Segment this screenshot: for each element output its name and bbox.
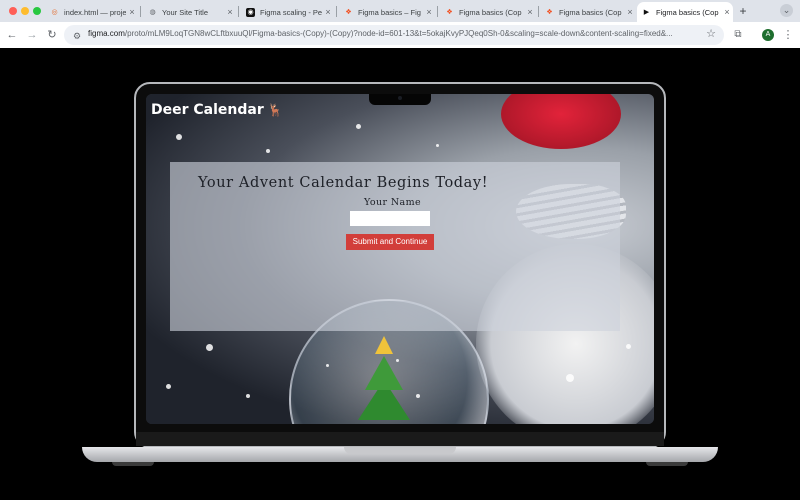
tab-divider xyxy=(538,6,539,17)
wheel-icon: ◎ xyxy=(51,9,58,16)
snowflake xyxy=(266,149,270,153)
snowflake xyxy=(416,394,420,398)
snowflake xyxy=(206,344,213,351)
profile-avatar[interactable]: A xyxy=(762,29,774,41)
snowflake xyxy=(396,359,399,362)
url-path: /proto/mLM9LoqTGN8wCLftbxuuQl/Figma-basi… xyxy=(124,29,673,38)
tab-3[interactable]: ◉ Figma scaling - Pe × xyxy=(242,2,334,22)
snowflake xyxy=(176,134,182,140)
tab-title: Figma basics (Cop xyxy=(559,7,622,17)
close-tab-icon[interactable]: × xyxy=(423,7,435,17)
close-tab-icon[interactable]: × xyxy=(126,7,138,17)
laptop-bezel xyxy=(136,432,664,446)
camera-icon xyxy=(398,96,402,100)
tab-4[interactable]: ❖ Figma basics – Fig × xyxy=(340,2,435,22)
tab-divider xyxy=(238,6,239,17)
tab-divider xyxy=(140,6,141,17)
tree-star-image xyxy=(375,336,393,354)
figma-icon: ❖ xyxy=(546,9,553,16)
url-text[interactable]: figma.com/proto/mLM9LoqTGN8wCLftbxuuQl/F… xyxy=(88,29,698,38)
tab-6[interactable]: ❖ Figma basics (Cop × xyxy=(541,2,636,22)
snowflake xyxy=(166,384,171,389)
site-logo[interactable]: Deer Calendar 🦌 xyxy=(151,102,283,118)
app-icon: ◉ xyxy=(246,7,255,17)
tab-title: Figma scaling - Pe xyxy=(260,7,322,17)
close-tab-icon[interactable]: × xyxy=(624,7,636,17)
laptop-foot xyxy=(646,462,688,466)
name-label: Your Name xyxy=(364,197,422,208)
trackpad-notch xyxy=(344,447,456,454)
tab-title: Your Site Title xyxy=(162,7,208,17)
snowflake xyxy=(356,124,361,129)
close-window-icon[interactable] xyxy=(9,7,17,15)
hero-heading: Your Advent Calendar Begins Today! xyxy=(198,175,489,191)
prototype-screen: Deer Calendar 🦌 Your Advent Calendar Begi… xyxy=(146,94,654,424)
tab-strip: ◎ index.html — proje × ◍ Your Site Title… xyxy=(0,0,800,22)
deer-icon: 🦌 xyxy=(267,103,283,117)
extensions-button[interactable]: ⧉ xyxy=(731,28,745,42)
snowflake xyxy=(626,344,631,349)
browser-menu-button[interactable]: ⋮ xyxy=(781,28,795,42)
browser-chrome: ◎ index.html — proje × ◍ Your Site Title… xyxy=(0,0,800,48)
globe-icon: ◍ xyxy=(149,9,156,16)
snowflake xyxy=(326,364,329,367)
tab-5[interactable]: ❖ Figma basics (Cop × xyxy=(441,2,536,22)
tab-divider xyxy=(336,6,337,17)
new-tab-button[interactable]: + xyxy=(736,4,750,18)
snowflake xyxy=(436,144,439,147)
close-tab-icon[interactable]: × xyxy=(322,7,334,17)
tab-title: index.html — proje xyxy=(64,7,126,17)
tab-search-button[interactable]: ⌄ xyxy=(780,4,793,17)
maximize-window-icon[interactable] xyxy=(33,7,41,15)
tab-title: Figma basics (Cop xyxy=(459,7,522,17)
site-settings-icon[interactable]: ⚙ xyxy=(70,29,84,43)
tab-1[interactable]: ◎ index.html — proje × xyxy=(46,2,138,22)
tab-2[interactable]: ◍ Your Site Title × xyxy=(144,2,236,22)
tab-title: Figma basics – Fig xyxy=(358,7,421,17)
tab-title: Figma basics (Cop xyxy=(656,7,719,17)
brand-name: Deer Calendar xyxy=(151,102,264,118)
close-tab-icon[interactable]: × xyxy=(721,7,733,17)
laptop-foot xyxy=(112,462,154,466)
bookmark-star-button[interactable]: ☆ xyxy=(704,27,718,41)
snowflake xyxy=(246,394,250,398)
forward-button[interactable]: → xyxy=(25,28,39,42)
minimize-window-icon[interactable] xyxy=(21,7,29,15)
close-tab-icon[interactable]: × xyxy=(224,7,236,17)
close-tab-icon[interactable]: × xyxy=(524,7,536,17)
back-button[interactable]: ← xyxy=(5,28,19,42)
tab-divider xyxy=(437,6,438,17)
figma-icon: ❖ xyxy=(446,9,453,16)
reload-button[interactable]: ↻ xyxy=(45,28,59,42)
figma-icon: ❖ xyxy=(345,9,352,16)
submit-button[interactable]: Submit and Continue xyxy=(346,234,434,250)
play-icon: ▶ xyxy=(643,9,650,16)
url-host: figma.com xyxy=(88,29,125,38)
tab-active[interactable]: ▶ Figma basics (Cop × xyxy=(637,2,733,22)
name-input[interactable] xyxy=(350,211,430,226)
snowflake xyxy=(566,374,574,382)
